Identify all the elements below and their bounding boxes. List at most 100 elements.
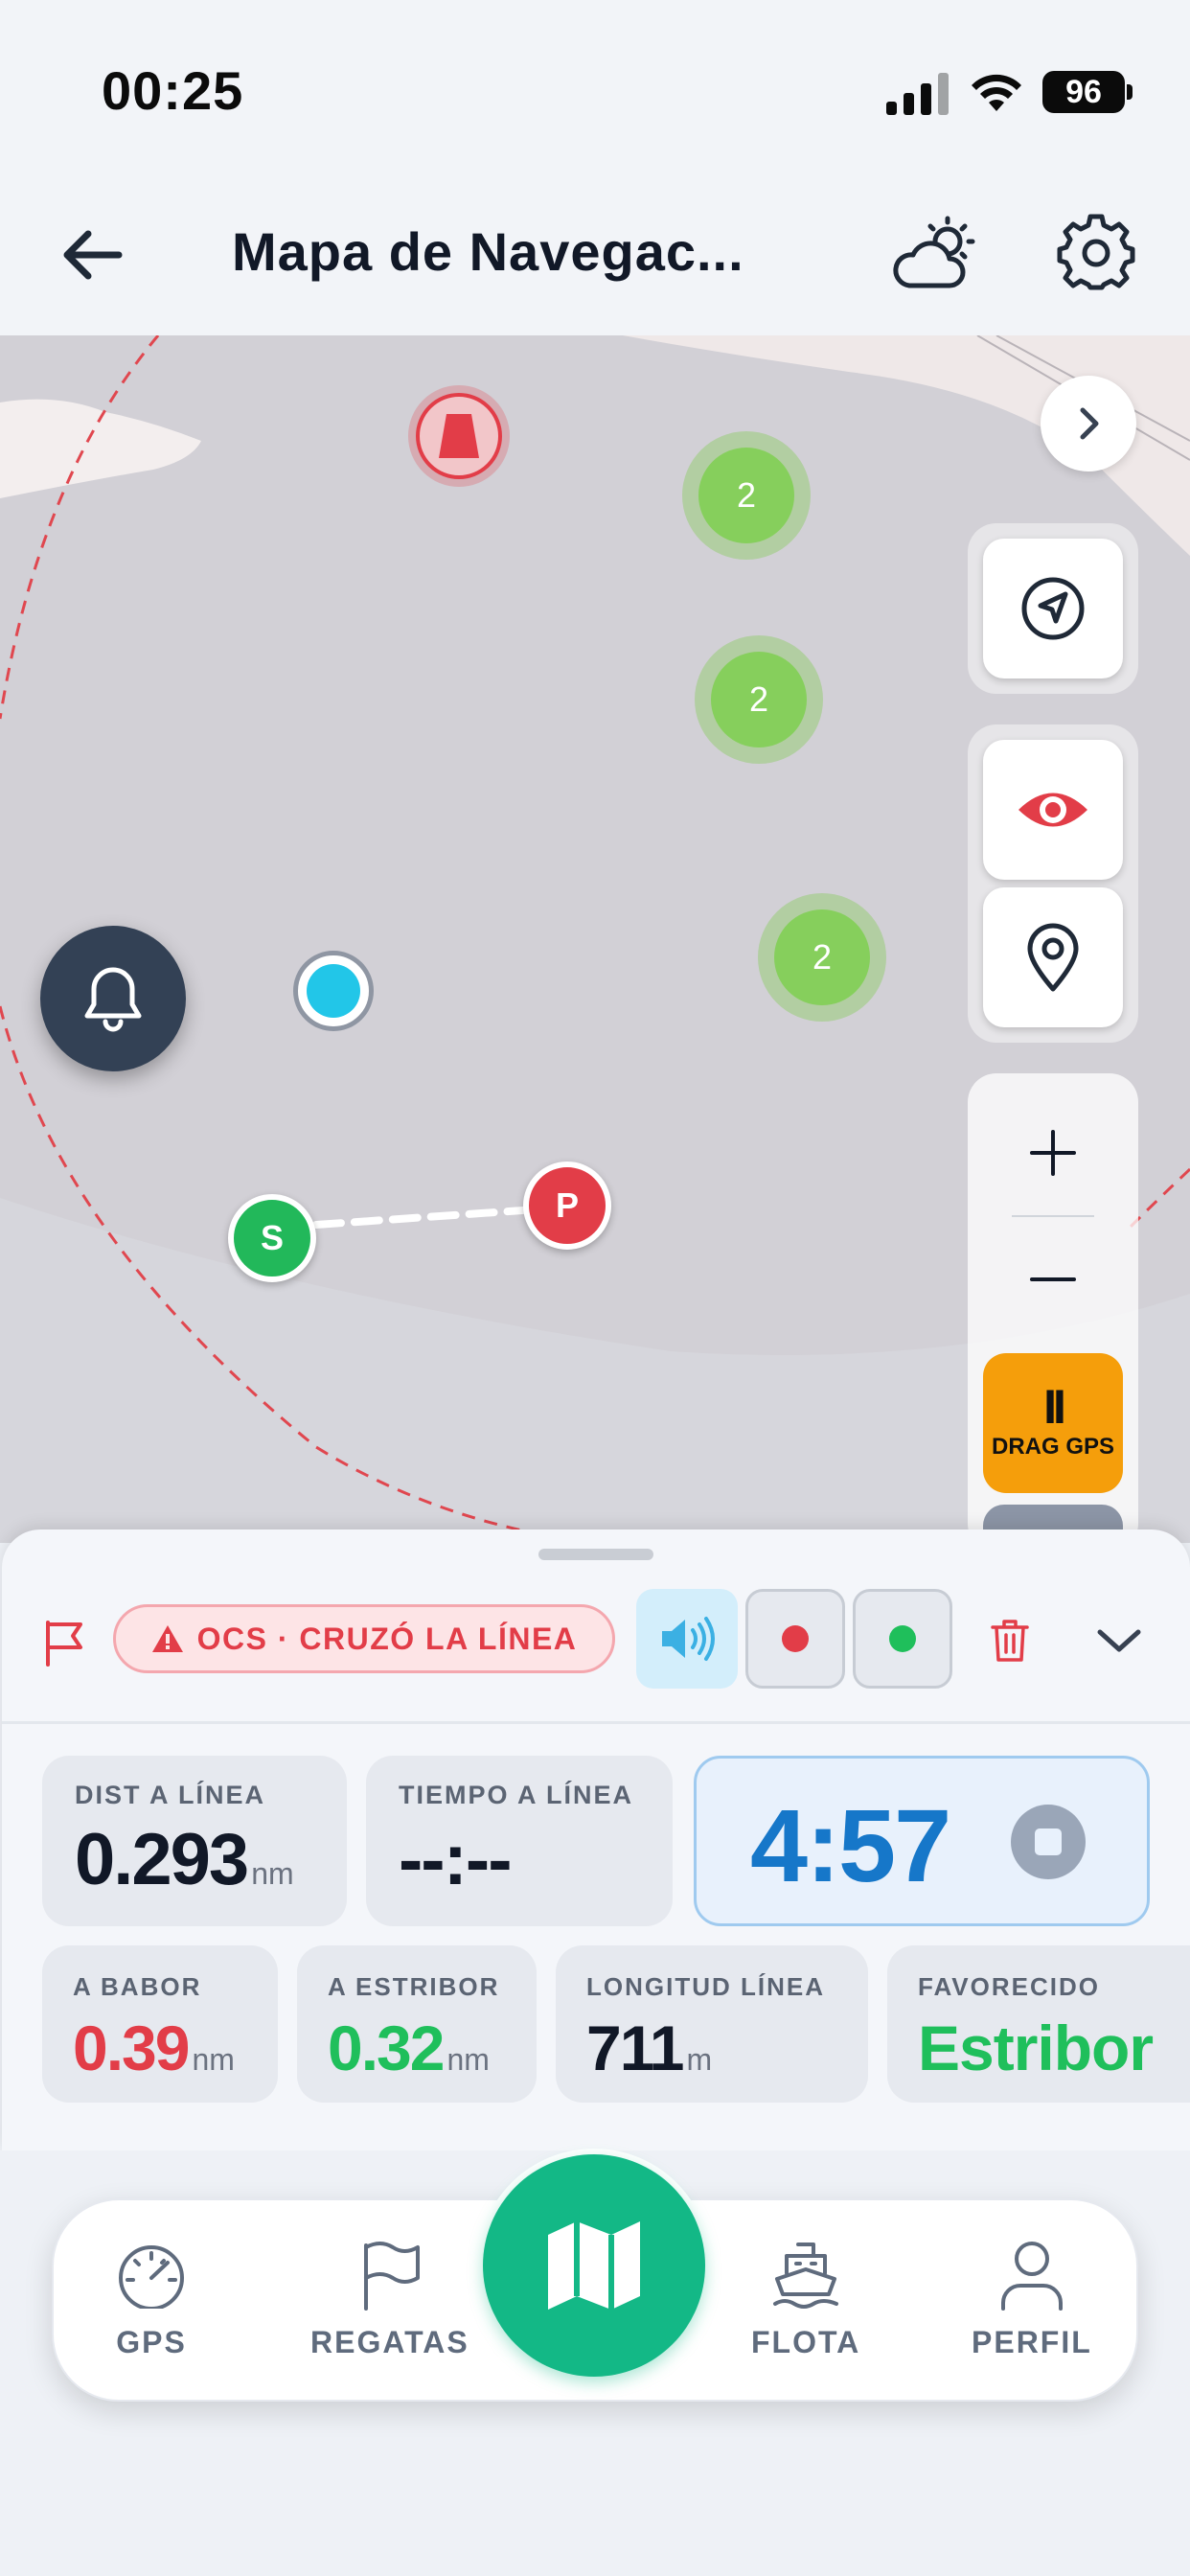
- buoy-icon: [439, 414, 479, 458]
- drag-gps-label: DRAG GPS: [991, 1434, 1114, 1460]
- pin-end-marker[interactable]: P: [523, 1162, 611, 1250]
- weather-button[interactable]: [881, 205, 987, 301]
- port-unit: nm: [192, 2042, 235, 2077]
- tab-flota[interactable]: FLOTA: [751, 2239, 860, 2360]
- stop-icon: [1035, 1828, 1062, 1855]
- ship-icon: [773, 2242, 839, 2309]
- cluster-count: 2: [774, 909, 870, 1005]
- favored-label: FAVORECIDO: [918, 1972, 1100, 2001]
- time-to-line-value: --:--: [399, 1819, 513, 1900]
- battery-indicator: 96: [1042, 71, 1133, 113]
- sound-toggle-button[interactable]: [636, 1589, 738, 1689]
- line-length-number: 711: [586, 2012, 684, 2083]
- tab-label: FLOTA: [751, 2325, 861, 2359]
- delete-line-button[interactable]: [979, 1610, 1041, 1671]
- speaker-icon: [662, 1617, 715, 1661]
- start-line-marker[interactable]: S: [228, 1194, 316, 1282]
- drag-gps-button[interactable]: II DRAG GPS: [983, 1353, 1123, 1493]
- cluster-count: 2: [711, 652, 807, 748]
- navigation-arrow-icon: [1021, 577, 1085, 640]
- back-button[interactable]: [54, 217, 130, 293]
- app-header: Mapa de Navegac...: [0, 182, 1190, 335]
- expand-panel-button[interactable]: [1041, 376, 1136, 472]
- cluster-marker[interactable]: 2: [695, 635, 823, 764]
- settings-button[interactable]: [1050, 207, 1142, 299]
- ocs-alert-badge: OCS · CRUZÓ LA LÍNEA: [113, 1604, 615, 1673]
- tab-map[interactable]: [477, 2149, 711, 2382]
- start-countdown-timer[interactable]: 4:57: [694, 1756, 1150, 1926]
- line-length-value: 711 m: [586, 2012, 868, 2084]
- zoom-out-button[interactable]: [1002, 1229, 1104, 1330]
- alarm-button[interactable]: [40, 926, 186, 1071]
- distance-number: 0.293: [75, 1819, 249, 1900]
- map-icon: [548, 2221, 640, 2310]
- page-title: Mapa de Navegac...: [232, 221, 744, 282]
- plus-icon: [1030, 1130, 1076, 1176]
- speedometer-icon: [119, 2245, 184, 2309]
- starboard-value: 0.32 nm: [328, 2012, 537, 2084]
- flag-icon: [46, 1621, 82, 1667]
- pause-icon: II: [1043, 1380, 1066, 1434]
- time-to-line-label: TIEMPO A LÍNEA: [399, 1781, 634, 1809]
- port-distance-card: A BABOR 0.39 nm: [42, 1945, 278, 2103]
- collapse-sheet-button[interactable]: [1087, 1610, 1152, 1671]
- locate-me-button[interactable]: [983, 539, 1123, 678]
- wifi-icon: [972, 74, 1021, 111]
- starboard-label: A ESTRIBOR: [328, 1972, 500, 2001]
- time-to-line-card: TIEMPO A LÍNEA --:--: [366, 1756, 673, 1926]
- chevron-right-icon: [1080, 407, 1099, 440]
- flag-button[interactable]: [38, 1616, 92, 1669]
- back-arrow-icon: [63, 230, 123, 280]
- cellular-signal-icon: [886, 73, 949, 115]
- minus-icon: [1030, 1277, 1076, 1281]
- cluster-marker[interactable]: 2: [682, 431, 811, 560]
- port-number: 0.39: [73, 2012, 190, 2083]
- distance-label: DIST A LÍNEA: [75, 1781, 265, 1809]
- marker-pin-button[interactable]: [983, 887, 1123, 1027]
- tab-label: PERFIL: [972, 2325, 1092, 2359]
- favored-value: Estribor: [918, 2012, 1154, 2083]
- line-length-label: LONGITUD LÍNEA: [586, 1972, 825, 2001]
- start-marker-label: S: [260, 1218, 284, 1257]
- location-pin-icon: [1027, 923, 1079, 992]
- sheet-divider: [2, 1721, 1190, 1724]
- committee-boat-marker[interactable]: [408, 385, 510, 487]
- tab-regatas[interactable]: REGATAS: [310, 2239, 469, 2360]
- visibility-toggle-button[interactable]: [983, 740, 1123, 880]
- distance-to-line-card: DIST A LÍNEA 0.293 nm: [42, 1756, 347, 1926]
- ocs-alert-text: OCS · CRUZÓ LA LÍNEA: [196, 1621, 578, 1656]
- set-starboard-end-button[interactable]: [853, 1589, 952, 1689]
- distance-unit: nm: [251, 1856, 294, 1891]
- set-port-end-button[interactable]: [745, 1589, 845, 1689]
- countdown-value: 4:57: [750, 1787, 951, 1903]
- warning-triangle-icon: [151, 1625, 183, 1652]
- starboard-number: 0.32: [328, 2012, 445, 2083]
- tab-label: REGATAS: [310, 2325, 469, 2359]
- bell-icon: [84, 967, 142, 1032]
- flag-icon: [363, 2242, 420, 2311]
- zoom-divider: [1012, 1215, 1094, 1217]
- zoom-in-button[interactable]: [1002, 1102, 1104, 1204]
- start-line-sheet: OCS · CRUZÓ LA LÍNEA DIST A LÍNEA 0.293 n…: [2, 1530, 1190, 2150]
- status-bar: 00:25 96: [0, 0, 1190, 182]
- tab-label: GPS: [116, 2325, 187, 2359]
- sheet-drag-handle[interactable]: [538, 1549, 653, 1560]
- status-time: 00:25: [102, 60, 244, 121]
- cluster-marker[interactable]: 2: [758, 893, 886, 1022]
- line-length-card: LONGITUD LÍNEA 711 m: [556, 1945, 868, 2103]
- user-icon: [1000, 2242, 1063, 2311]
- distance-value: 0.293 nm: [75, 1818, 347, 1901]
- weather-partly-cloudy-icon: [893, 216, 975, 288]
- eye-icon: [1018, 793, 1087, 827]
- starboard-distance-card: A ESTRIBOR 0.32 nm: [297, 1945, 537, 2103]
- tab-perfil[interactable]: PERFIL: [972, 2239, 1092, 2360]
- line-length-unit: m: [686, 2042, 713, 2077]
- red-dot-icon: [782, 1625, 809, 1652]
- port-label: A BABOR: [73, 1972, 202, 2001]
- tab-gps[interactable]: GPS: [113, 2239, 190, 2360]
- favored-end-card: FAVORECIDO Estribor: [887, 1945, 1190, 2103]
- starboard-unit: nm: [446, 2042, 490, 2077]
- port-value: 0.39 nm: [73, 2012, 278, 2084]
- user-location-dot: [293, 951, 374, 1031]
- stop-timer-button[interactable]: [1011, 1805, 1086, 1879]
